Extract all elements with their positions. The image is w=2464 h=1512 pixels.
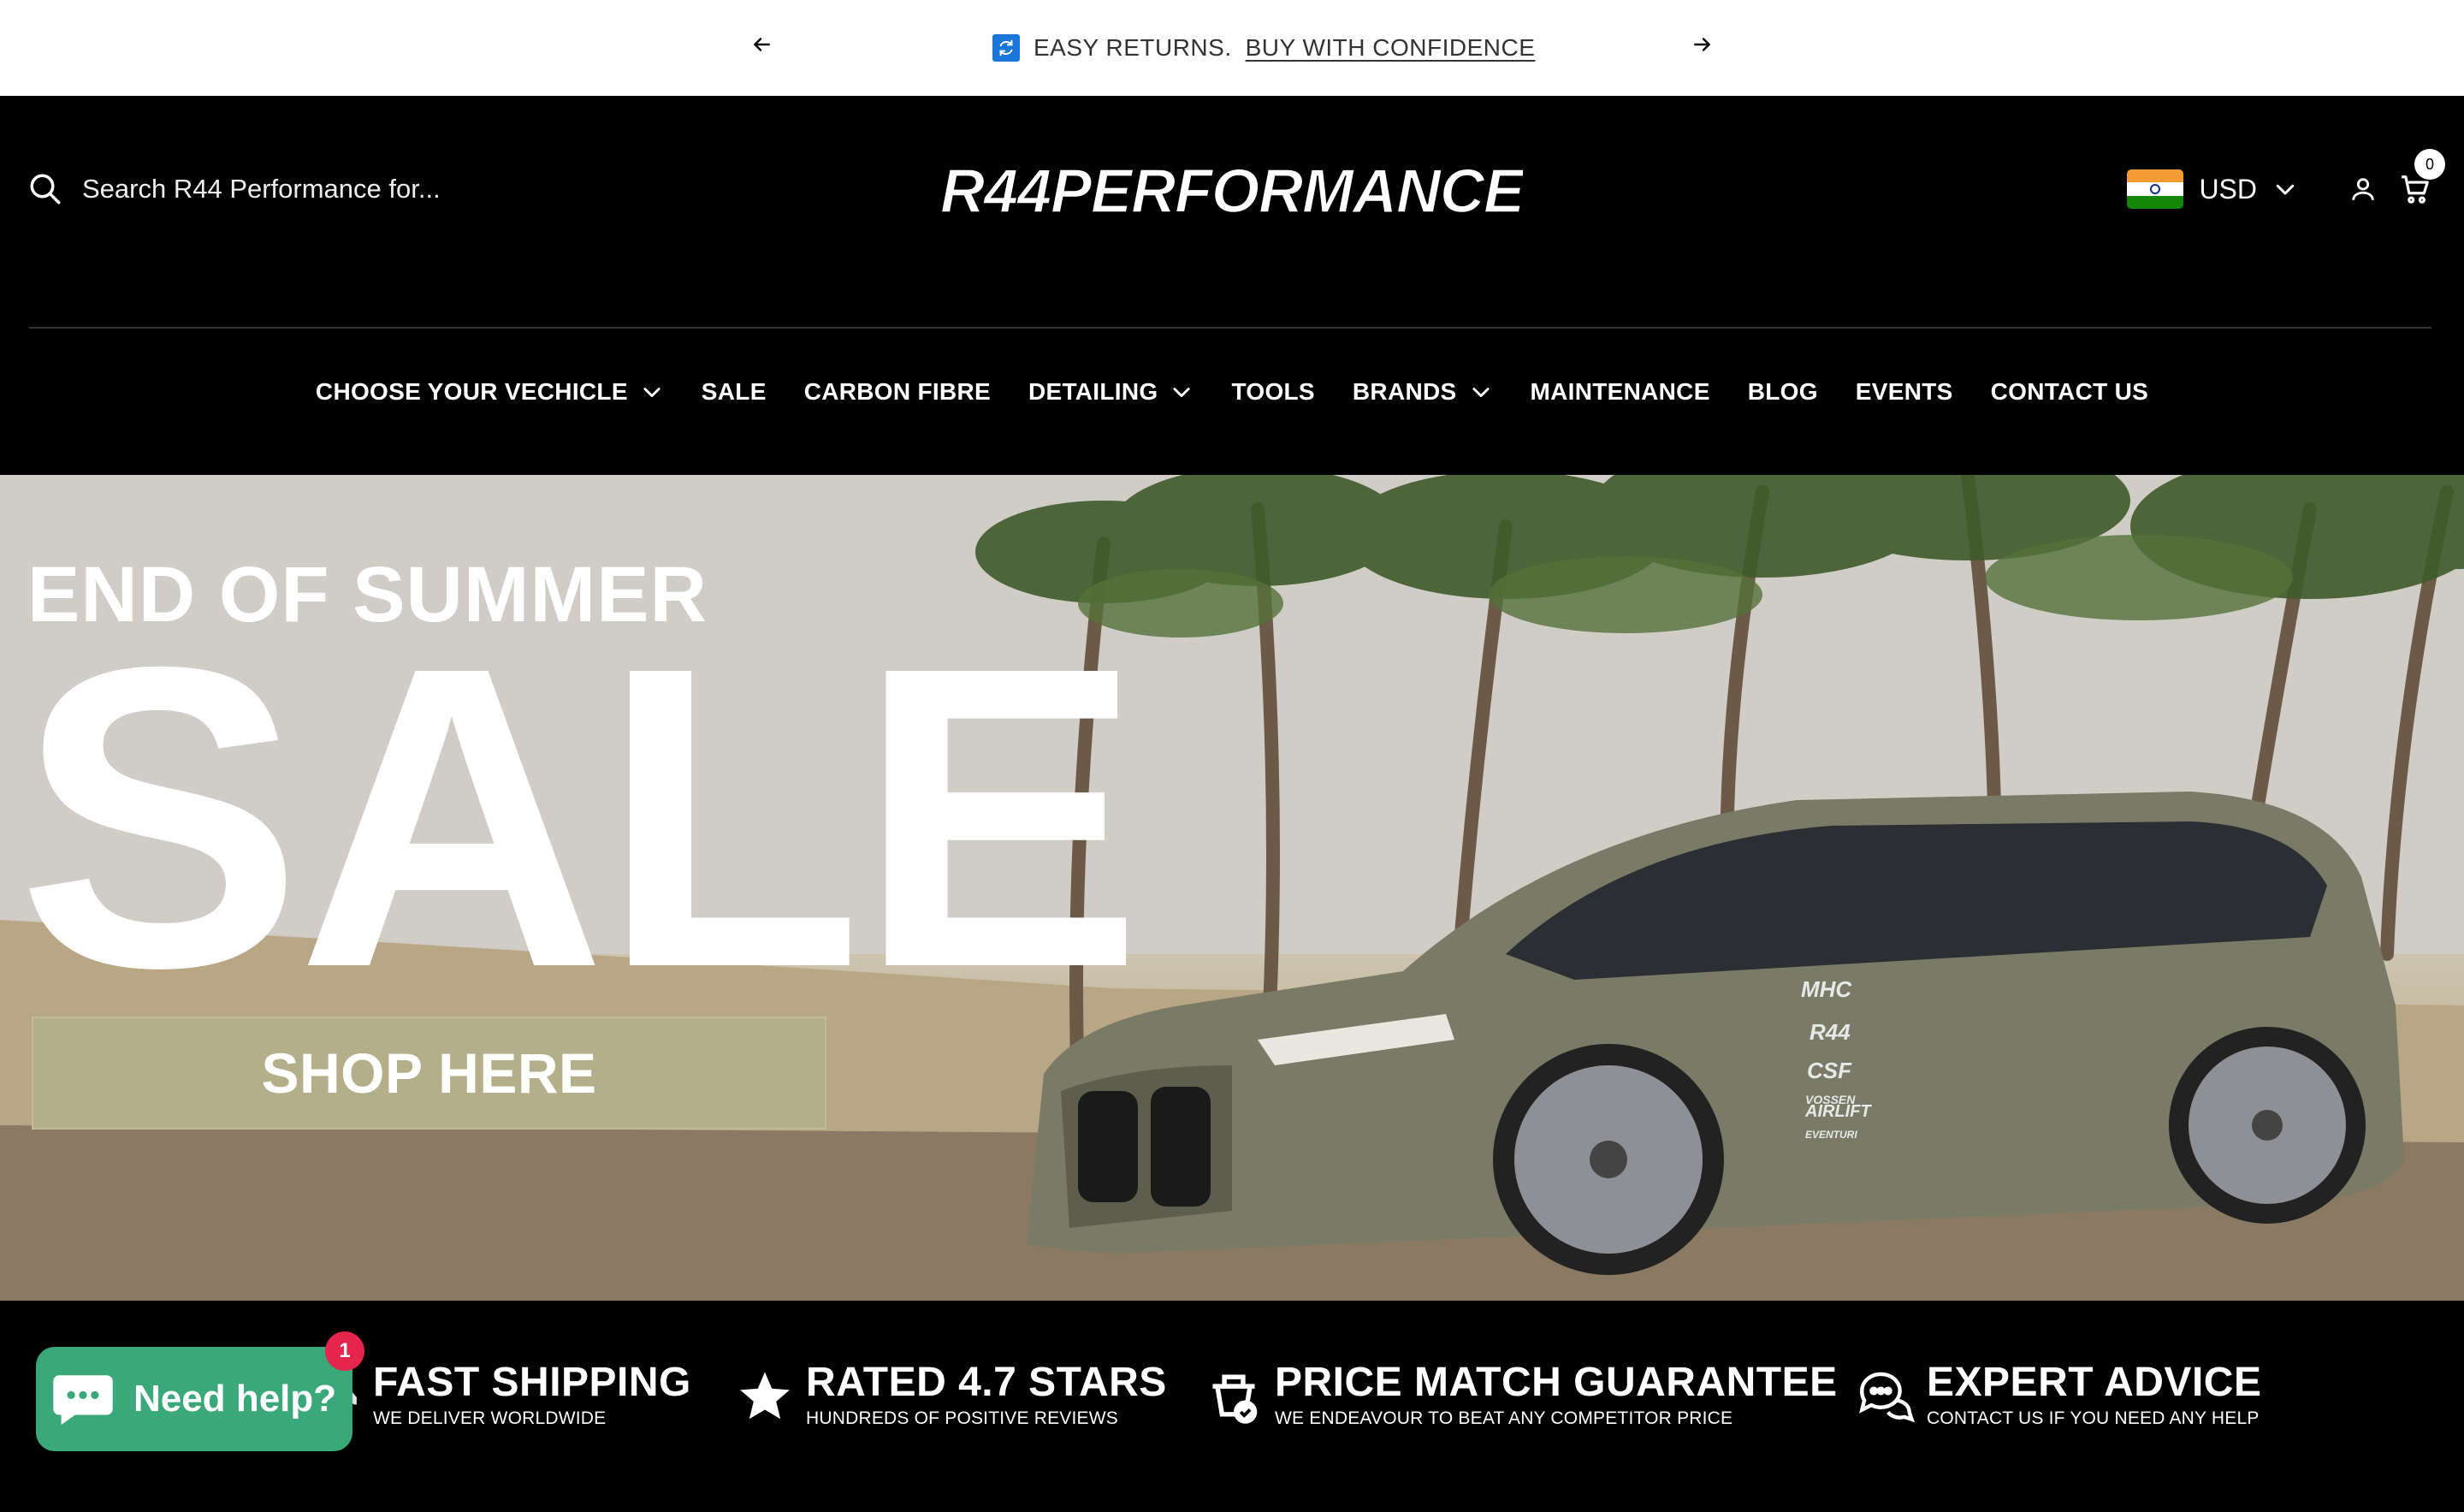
nav-item-maintenance[interactable]: MAINTENANCE [1531,378,1710,406]
nav-label: BLOG [1747,378,1818,405]
site-logo[interactable]: R44PERFORMANCE [941,157,1523,222]
nav-label: MAINTENANCE [1530,378,1710,405]
chevron-down-icon [1173,388,1191,398]
hero-banner[interactable]: MHC R44 CSF VOSSEN AIRLIFT EVENTURI END … [0,475,2464,1301]
chat-bubble-icon [53,1375,113,1426]
nav-item-brands[interactable]: BRANDS [1353,378,1493,406]
feature-fast-shipping: FAST SHIPPING WE DELIVER WORLDWIDE [301,1362,691,1429]
india-flag-icon [2127,169,2184,209]
logo-text: R44PERFORMANCE [941,157,1523,222]
car-decal: MHC [1801,976,1852,1002]
nav-item-events[interactable]: EVENTS [1856,378,1953,406]
nav-item-detailing[interactable]: DETAILING [1028,378,1194,406]
nav-label: CARBON FIBRE [803,378,991,405]
nav-item-sale[interactable]: SALE [702,378,767,406]
feature-subtitle: WE DELIVER WORLDWIDE [373,1408,607,1428]
account-button[interactable] [2346,172,2380,206]
feature-expert-advice: EXPERT ADVICE CONTACT US IF YOU NEED ANY… [1855,1362,2261,1429]
nav-label: SALE [701,378,767,405]
features-bar: FAST SHIPPING WE DELIVER WORLDWIDE RATED… [0,1301,2464,1512]
feature-subtitle: CONTACT US IF YOU NEED ANY HELP [1927,1408,2260,1428]
nav-label: DETAILING [1028,378,1158,405]
nav-label: BRANDS [1352,378,1457,405]
user-icon [2352,178,2374,200]
feature-title: RATED 4.7 STARS [806,1360,1167,1405]
chat-notification-badge: 1 [325,1331,364,1371]
car-decal: EVENTURI [1805,1129,1857,1141]
feature-price-match: PRICE MATCH GUARANTEE WE ENDEAVOUR TO BE… [1203,1362,1838,1429]
car-decal: R44 [1810,1019,1851,1045]
header-divider [29,327,2431,329]
feature-title: FAST SHIPPING [373,1360,691,1405]
nav-item-blog[interactable]: BLOG [1748,378,1818,406]
site-header: R44PERFORMANCE USD 0 CHOOSE YOUR VECHICL… [0,96,2464,475]
main-nav: CHOOSE YOUR VECHICLE SALE CARBON FIBRE D… [0,378,2464,406]
header-tools: USD 0 [2127,149,2445,209]
chat-label: Need help? [133,1378,337,1420]
cart-count-badge: 0 [2414,149,2445,180]
search-bar[interactable] [27,171,527,207]
currency-selector[interactable]: USD [2127,169,2298,209]
search-input[interactable] [82,174,527,205]
chevron-down-icon [1472,388,1490,398]
announcement-bar: EASY RETURNS. BUY WITH CONFIDENCE [0,0,2464,96]
returns-icon [992,34,1020,62]
cart-button[interactable]: 0 [2397,149,2445,207]
nav-label: EVENTS [1855,378,1953,405]
nav-label: CONTACT US [1990,378,2149,405]
star-icon [734,1365,796,1426]
feature-subtitle: HUNDREDS OF POSITIVE REVIEWS [806,1408,1118,1428]
feature-subtitle: WE ENDEAVOUR TO BEAT ANY COMPETITOR PRIC… [1275,1408,1733,1428]
feature-rating: RATED 4.7 STARS HUNDREDS OF POSITIVE REV… [734,1362,1167,1429]
feature-title: EXPERT ADVICE [1927,1360,2262,1405]
chat-widget-button[interactable]: Need help? 1 [36,1331,364,1451]
hero-title: SALE [17,578,1142,1056]
chat-bubbles-icon [1855,1365,1916,1426]
currency-code: USD [2199,173,2257,205]
arrow-left-icon[interactable] [746,29,777,60]
car-decal: CSF [1807,1058,1852,1083]
price-tag-icon [1203,1365,1265,1426]
nav-item-choose-vehicle[interactable]: CHOOSE YOUR VECHICLE [316,378,664,406]
arrow-right-icon[interactable] [1687,29,1718,60]
car-decal: AIRLIFT [1804,1102,1872,1121]
nav-label: CHOOSE YOUR VECHICLE [315,378,628,405]
announcement-text: EASY RETURNS. [1034,34,1232,61]
search-icon[interactable] [27,171,63,207]
shop-here-button[interactable]: SHOP HERE [32,1017,826,1130]
chevron-down-icon [643,388,660,398]
nav-label: TOOLS [1231,378,1315,405]
announcement-message: EASY RETURNS. BUY WITH CONFIDENCE [992,31,1535,65]
announcement-link[interactable]: BUY WITH CONFIDENCE [1246,34,1536,62]
chevron-down-icon [2276,184,2295,195]
nav-item-contact-us[interactable]: CONTACT US [1991,378,2148,406]
nav-item-tools[interactable]: TOOLS [1231,378,1314,406]
feature-title: PRICE MATCH GUARANTEE [1275,1360,1838,1405]
nav-item-carbon-fibre[interactable]: CARBON FIBRE [804,378,991,406]
